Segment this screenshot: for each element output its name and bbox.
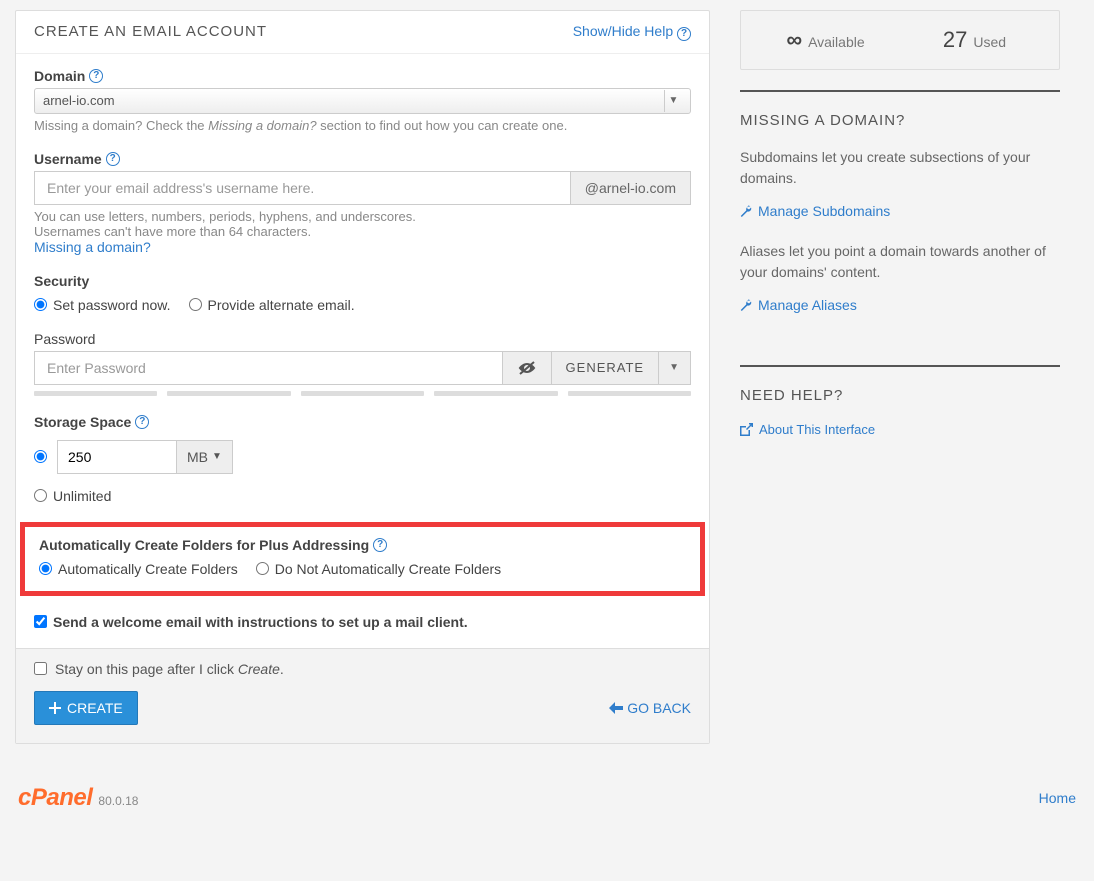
domain-hint: Missing a domain? Check the Missing a do… <box>34 118 691 133</box>
username-input[interactable] <box>34 171 571 205</box>
help-icon[interactable]: ? <box>135 415 149 429</box>
wrench-icon <box>740 205 752 217</box>
available-label: Available <box>808 34 865 50</box>
plus-icon <box>49 702 61 714</box>
external-link-icon <box>740 423 753 436</box>
storage-unlimited-label: Unlimited <box>53 488 111 504</box>
domain-select[interactable]: arnel-io.com ▼ <box>34 88 691 114</box>
folders-noauto-radio[interactable] <box>256 562 269 575</box>
missing-domain-title: MISSING A DOMAIN? <box>740 112 1060 129</box>
username-label: Username ? <box>34 151 120 167</box>
folders-label: Automatically Create Folders for Plus Ad… <box>39 537 387 553</box>
security-altemail-label: Provide alternate email. <box>208 297 355 313</box>
folders-auto-radio[interactable] <box>39 562 52 575</box>
used-value: 27 <box>943 27 967 53</box>
cpanel-logo: cPanel 80.0.18 <box>18 784 138 812</box>
need-help-title: NEED HELP? <box>740 387 1060 404</box>
used-label: Used <box>973 34 1006 50</box>
storage-unit-select[interactable]: MB▼ <box>177 440 233 474</box>
missing-domain-link[interactable]: Missing a domain? <box>34 239 151 255</box>
username-hint: You can use letters, numbers, periods, h… <box>34 209 691 239</box>
go-back-link[interactable]: GO BACK <box>609 700 691 716</box>
password-strength-meter <box>34 391 691 396</box>
welcome-email-checkbox[interactable] <box>34 615 47 628</box>
eye-slash-icon <box>517 360 537 376</box>
chevron-down-icon: ▼ <box>212 451 222 462</box>
quota-stats: ∞ Available 27 Used <box>740 10 1060 70</box>
aliases-text: Aliases let you point a domain towards a… <box>740 241 1060 283</box>
manage-aliases-link[interactable]: Manage Aliases <box>740 297 857 313</box>
panel-title: CREATE AN EMAIL ACCOUNT <box>34 23 267 40</box>
password-label: Password <box>34 331 95 347</box>
create-button[interactable]: CREATE <box>34 691 138 725</box>
highlighted-folders-section: Automatically Create Folders for Plus Ad… <box>20 522 705 596</box>
domain-label: Domain ? <box>34 68 103 84</box>
generate-password-button[interactable]: GENERATE <box>552 351 660 385</box>
chevron-down-icon: ▼ <box>664 90 682 112</box>
security-altemail-radio[interactable] <box>189 298 202 311</box>
security-password-label: Set password now. <box>53 297 171 313</box>
available-value: ∞ <box>786 27 802 53</box>
generate-options-button[interactable]: ▼ <box>659 351 691 385</box>
security-password-radio[interactable] <box>34 298 47 311</box>
storage-unlimited-radio[interactable] <box>34 489 47 502</box>
folders-auto-label: Automatically Create Folders <box>58 561 238 577</box>
security-label: Security <box>34 273 89 289</box>
storage-value-input[interactable] <box>57 440 177 474</box>
subdomains-text: Subdomains let you create subsections of… <box>740 147 1060 189</box>
stay-on-page-label: Stay on this page after I click Create. <box>55 661 284 677</box>
help-icon[interactable]: ? <box>89 69 103 83</box>
about-interface-link[interactable]: About This Interface <box>740 422 875 437</box>
username-domain-addon: @arnel-io.com <box>571 171 691 205</box>
arrow-left-icon <box>609 702 623 714</box>
folders-noauto-label: Do Not Automatically Create Folders <box>275 561 501 577</box>
help-icon: ? <box>677 27 691 41</box>
password-input[interactable] <box>34 351 503 385</box>
manage-subdomains-link[interactable]: Manage Subdomains <box>740 203 890 219</box>
help-icon[interactable]: ? <box>106 152 120 166</box>
home-link[interactable]: Home <box>1039 790 1076 806</box>
storage-limited-radio[interactable] <box>34 450 47 463</box>
wrench-icon <box>740 299 752 311</box>
help-icon[interactable]: ? <box>373 538 387 552</box>
storage-label: Storage Space ? <box>34 414 149 430</box>
show-hide-help-link[interactable]: Show/Hide Help ? <box>573 23 691 41</box>
stay-on-page-checkbox[interactable] <box>34 662 47 675</box>
welcome-email-label: Send a welcome email with instructions t… <box>53 614 468 630</box>
toggle-password-visibility-button[interactable] <box>503 351 552 385</box>
